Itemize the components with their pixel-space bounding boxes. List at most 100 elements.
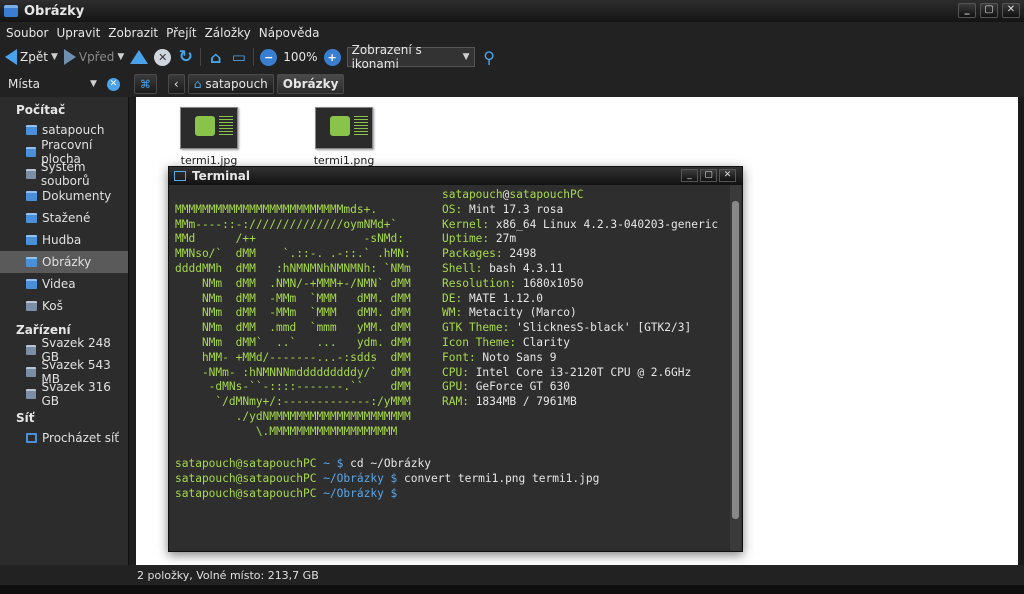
sidebar-item-label: Dokumenty (42, 189, 112, 203)
forward-arrow-icon (63, 49, 76, 65)
drive-icon (26, 345, 37, 355)
image-thumbnail (315, 107, 373, 149)
ascii-logo-line (175, 188, 411, 203)
prompt-symbol: $ (383, 471, 398, 485)
system-info-row: Packages: 2498 (442, 247, 718, 262)
places-label[interactable]: Místa (8, 77, 90, 91)
maximize-button[interactable]: ▢ (980, 3, 998, 18)
terminal-scrollbar[interactable] (730, 185, 741, 551)
sidebar-item-browse-network[interactable]: Procházet síť (0, 427, 128, 449)
prompt-line: satapouch@satapouchPC ~/Obrázky $ conver… (175, 472, 599, 487)
toolbar: Zpět ▼ Vpřed ▼ ✕ ↻ ⌂ ▭ − 100% + Zobrazen… (0, 43, 1024, 71)
breadcrumb-current[interactable]: Obrázky (276, 74, 345, 94)
terminal-window[interactable]: Terminal _ ▢ ✕ MMMMMMMMMMMMMMMMMMMMMMMMM… (168, 166, 743, 552)
sidebar-item-pictures[interactable]: Obrázky (0, 251, 128, 273)
system-info-value: Metacity (Marco) (462, 306, 577, 320)
terminal-minimize-button[interactable]: _ (681, 169, 698, 182)
status-bar: 2 položky, Volné místo: 213,7 GB (0, 565, 1024, 585)
view-mode-select[interactable]: Zobrazení s ikonami ▼ (346, 43, 475, 71)
system-info-value: 27m (489, 232, 517, 246)
terminal-titlebar[interactable]: Terminal _ ▢ ✕ (169, 167, 742, 185)
breadcrumb-left-button[interactable]: ‹ (167, 74, 185, 94)
network-icon (26, 433, 37, 443)
ascii-logo-line: `/dMNmy+/:-------------:/yMMM (175, 395, 411, 409)
computer-icon[interactable]: ▭ (230, 48, 247, 66)
folder-icon (26, 235, 37, 245)
forward-button[interactable]: Vpřed ▼ (63, 49, 124, 65)
file-item[interactable]: termi1.jpg (164, 107, 254, 167)
folder-icon (26, 191, 37, 201)
sidebar-item-label: Hudba (42, 233, 82, 247)
prompt-path: ~ (316, 457, 330, 470)
window-title: Obrázky (24, 3, 85, 19)
location-toggle-icon: ⌘ (139, 77, 151, 91)
chevron-down-icon[interactable]: ▼ (117, 52, 124, 62)
up-arrow-icon[interactable] (130, 50, 149, 64)
window-bottom-edge (0, 585, 1024, 594)
menu-bookmarks[interactable]: Záložky (205, 26, 251, 40)
home-icon[interactable]: ⌂ (207, 48, 224, 67)
prompt-line: satapouch@satapouchPC ~ $ cd ~/Obrázky (175, 457, 599, 472)
file-item[interactable]: termi1.png (299, 107, 389, 167)
sidebar-item-videos[interactable]: Videa (0, 273, 128, 295)
close-button[interactable]: ✕ (1002, 3, 1020, 18)
ascii-logo-line: ./ydNMMMMMMMMMMMMMMMMMMMMM (175, 409, 411, 423)
ascii-logo-line: -NMm- :hNMNNNmdddddddddy/` dMM (175, 365, 411, 379)
search-icon[interactable]: ⚲ (481, 48, 498, 67)
file-view[interactable]: termi1.jpg termi1.png Terminal _ ▢ ✕ MMM… (136, 97, 1018, 565)
sidebar-item-documents[interactable]: Dokumenty (0, 185, 128, 207)
system-info-value: GeForce GT 630 (468, 380, 570, 394)
chevron-down-icon[interactable]: ▼ (90, 79, 97, 89)
system-info-value: 'SlicknesS-black' [GTK2/3] (509, 321, 692, 335)
menu-file[interactable]: Soubor (6, 26, 48, 40)
stop-icon[interactable]: ✕ (154, 48, 172, 66)
menu-help[interactable]: Nápověda (259, 26, 320, 40)
reload-icon[interactable]: ↻ (177, 47, 194, 67)
prompt-path: ~/Obrázky (316, 471, 384, 485)
menu-go[interactable]: Přejít (166, 26, 196, 40)
system-info-key: Resolution: (442, 276, 517, 290)
sidebar-item-label: Systém souborů (40, 160, 90, 188)
drive-icon (26, 389, 37, 399)
system-info-value: 1680x1050 (516, 276, 584, 290)
system-info-value: 1834MB / 7961MB (468, 395, 577, 409)
sidebar-item-label: Stažené (42, 211, 91, 225)
sidebar-item-volume-316[interactable]: Svazek 316 GB (0, 380, 128, 408)
terminal-output[interactable]: MMMMMMMMMMMMMMMMMMMMMMMMMmds+. MMm----::-… (169, 185, 731, 551)
menu-edit[interactable]: Upravit (56, 26, 100, 40)
terminal-title: Terminal (192, 169, 251, 183)
system-info-key: DE: (442, 291, 463, 305)
zoom-out-icon[interactable]: − (260, 48, 278, 66)
sidebar-item-downloads[interactable]: Stažené (0, 207, 128, 229)
system-info-key: GTK Theme: (442, 321, 510, 335)
system-info-value: MATE 1.12.0 (462, 291, 544, 305)
shell-prompts: satapouch@satapouchPC ~ $ cd ~/Obrázky sa… (175, 457, 599, 501)
folder-icon (4, 5, 18, 17)
toggle-location-button[interactable]: ⌘ (133, 74, 157, 94)
close-sidebar-icon[interactable]: ✕ (106, 77, 120, 91)
sidebar-item-filesystem[interactable]: Systém souborů (0, 160, 128, 188)
system-info-row: Kernel: x86_64 Linux 4.2.3-040203-generi… (442, 218, 718, 233)
back-button[interactable]: Zpět ▼ (5, 49, 58, 65)
system-info-value: 2498 (502, 247, 537, 261)
sidebar-item-music[interactable]: Hudba (0, 229, 128, 251)
chevron-down-icon[interactable]: ▼ (51, 52, 58, 62)
image-thumbnail (180, 107, 238, 149)
terminal-maximize-button[interactable]: ▢ (700, 169, 717, 182)
zoom-in-icon[interactable]: + (323, 48, 341, 66)
pane-splitter[interactable] (129, 97, 136, 565)
ascii-logo-line: NMm dMM .NMN/-+MMM+-/NMN` dMM (175, 276, 411, 290)
minimize-button[interactable]: _ (958, 3, 976, 18)
prompt-command (397, 487, 404, 500)
system-info-key: Icon Theme: (442, 335, 517, 349)
folder-icon (26, 257, 37, 267)
sidebar-item-label: Videa (42, 277, 76, 291)
prompt-command: cd ~/Obrázky (343, 457, 431, 470)
sidebar-item-trash[interactable]: Koš (0, 295, 128, 317)
home-folder-icon (26, 125, 37, 135)
menu-view[interactable]: Zobrazit (108, 26, 158, 40)
window-edge (1018, 97, 1024, 565)
terminal-scrollbar-thumb[interactable] (732, 201, 739, 519)
breadcrumb-home[interactable]: ⌂ satapouch (187, 74, 274, 94)
terminal-close-button[interactable]: ✕ (719, 169, 736, 182)
